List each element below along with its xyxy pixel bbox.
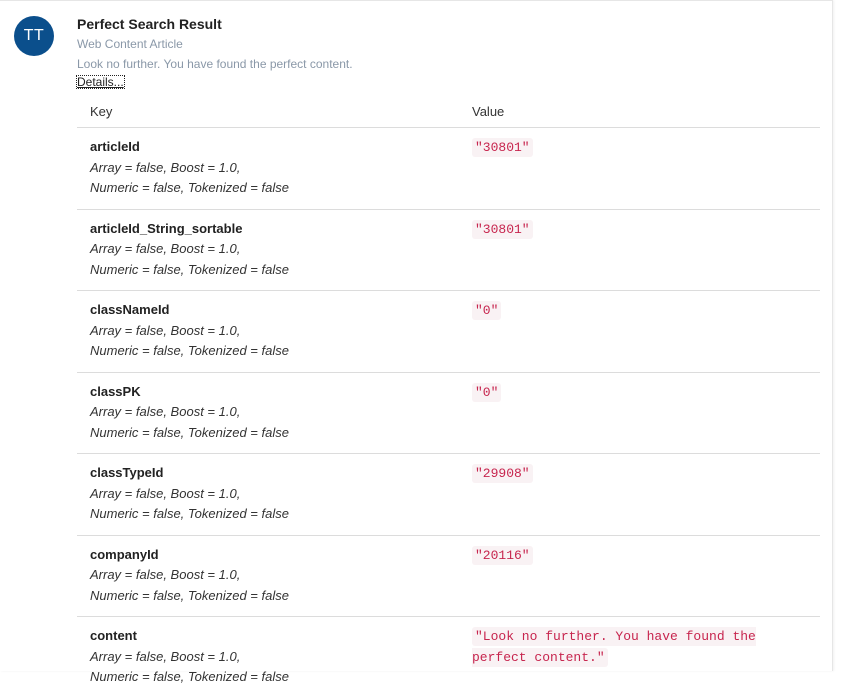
field-key-cell: content Array = false, Boost = 1.0, Numeri… (77, 617, 469, 698)
field-meta-array-boost: Array = false, Boost = 1.0, (90, 241, 241, 256)
field-meta-array-boost: Array = false, Boost = 1.0, (90, 404, 241, 419)
table-row: classNameId Array = false, Boost = 1.0, Nu… (77, 290, 820, 373)
field-value-cell: "Look no further. You have found the per… (469, 617, 820, 698)
field-value-cell: "30801" (469, 209, 820, 291)
field-meta-numeric-tokenized: Numeric = false, Tokenized = false (90, 506, 289, 521)
field-name: classPK (90, 383, 141, 399)
field-key-cell: companyId Array = false, Boost = 1.0, Nume… (77, 535, 469, 617)
result-type: Web Content Article (77, 37, 183, 51)
table-body: articleId Array = false, Boost = 1.0, Nume… (77, 127, 820, 698)
field-name: content (90, 628, 137, 643)
field-value: "0" (472, 301, 502, 320)
field-value-cell: "30801" (469, 127, 820, 210)
field-key-cell: classTypeId Array = false, Boost = 1.0, Nu… (77, 453, 469, 536)
result-summary: Look no further. You have found the perf… (77, 57, 353, 71)
field-name: articleId_String_sortable (90, 220, 243, 236)
field-value: "20116" (472, 545, 533, 565)
table-row: articleId_String_sortable Array = false, … (77, 209, 820, 291)
field-meta-array-boost: Array = false, Boost = 1.0, (90, 648, 241, 664)
table-row: content Array = false, Boost = 1.0, Numeri… (77, 617, 820, 698)
field-value: "30801" (472, 138, 533, 157)
field-name: articleId (90, 139, 140, 154)
result-content: Perfect Search Result Web Content Articl… (76, 15, 820, 698)
field-meta-array-boost: Array = false, Boost = 1.0, (90, 322, 241, 338)
field-key-cell: articleId_String_sortable Array = false, … (77, 209, 469, 291)
field-value-cell: "0" (469, 372, 820, 454)
field-value: "29908" (472, 464, 533, 483)
field-meta-numeric-tokenized: Numeric = false, Tokenized = false (90, 424, 289, 440)
field-name: classTypeId (90, 465, 164, 480)
field-value: "30801" (472, 219, 533, 239)
field-meta-numeric-tokenized: Numeric = false, Tokenized = false (90, 587, 289, 603)
field-meta-array-boost: Array = false, Boost = 1.0, (90, 567, 241, 582)
avatar: TT (14, 16, 54, 56)
field-meta-numeric-tokenized: Numeric = false, Tokenized = false (90, 180, 289, 195)
field-value: "0" (472, 382, 502, 402)
key-column-header: Key (77, 104, 469, 128)
field-name: classNameId (90, 302, 170, 317)
field-meta-numeric-tokenized: Numeric = false, Tokenized = false (90, 669, 289, 684)
field-name: companyId (90, 546, 159, 562)
field-meta-array-boost: Array = false, Boost = 1.0, (90, 159, 241, 175)
field-value-cell: "20116" (469, 535, 820, 617)
table-row: classTypeId Array = false, Boost = 1.0, Nu… (77, 453, 820, 536)
field-key-cell: articleId Array = false, Boost = 1.0, Nume… (77, 127, 469, 210)
document-fields-table: Key Value articleId Array = false, Boost … (77, 104, 820, 698)
field-meta-numeric-tokenized: Numeric = false, Tokenized = false (90, 261, 289, 277)
table-row: articleId Array = false, Boost = 1.0, Nume… (77, 127, 820, 210)
result-title[interactable]: Perfect Search Result (77, 15, 820, 33)
field-value-cell: "29908" (469, 453, 820, 536)
details-link[interactable]: Details... (76, 75, 125, 89)
table-row: classPK Array = false, Boost = 1.0, Numeri… (77, 372, 820, 454)
field-meta-numeric-tokenized: Numeric = false, Tokenized = false (90, 343, 289, 358)
field-value: "Look no further. You have found the per… (472, 627, 756, 667)
value-column-header: Value (469, 104, 820, 128)
search-result-card: TT Perfect Search Result Web Content Art… (0, 0, 833, 684)
field-key-cell: classNameId Array = false, Boost = 1.0, Nu… (77, 290, 469, 373)
field-key-cell: classPK Array = false, Boost = 1.0, Numeri… (77, 372, 469, 454)
field-meta-array-boost: Array = false, Boost = 1.0, (90, 485, 241, 501)
field-value-cell: "0" (469, 290, 820, 373)
table-row: companyId Array = false, Boost = 1.0, Nume… (77, 535, 820, 617)
table-header-row: Key Value (77, 104, 820, 128)
